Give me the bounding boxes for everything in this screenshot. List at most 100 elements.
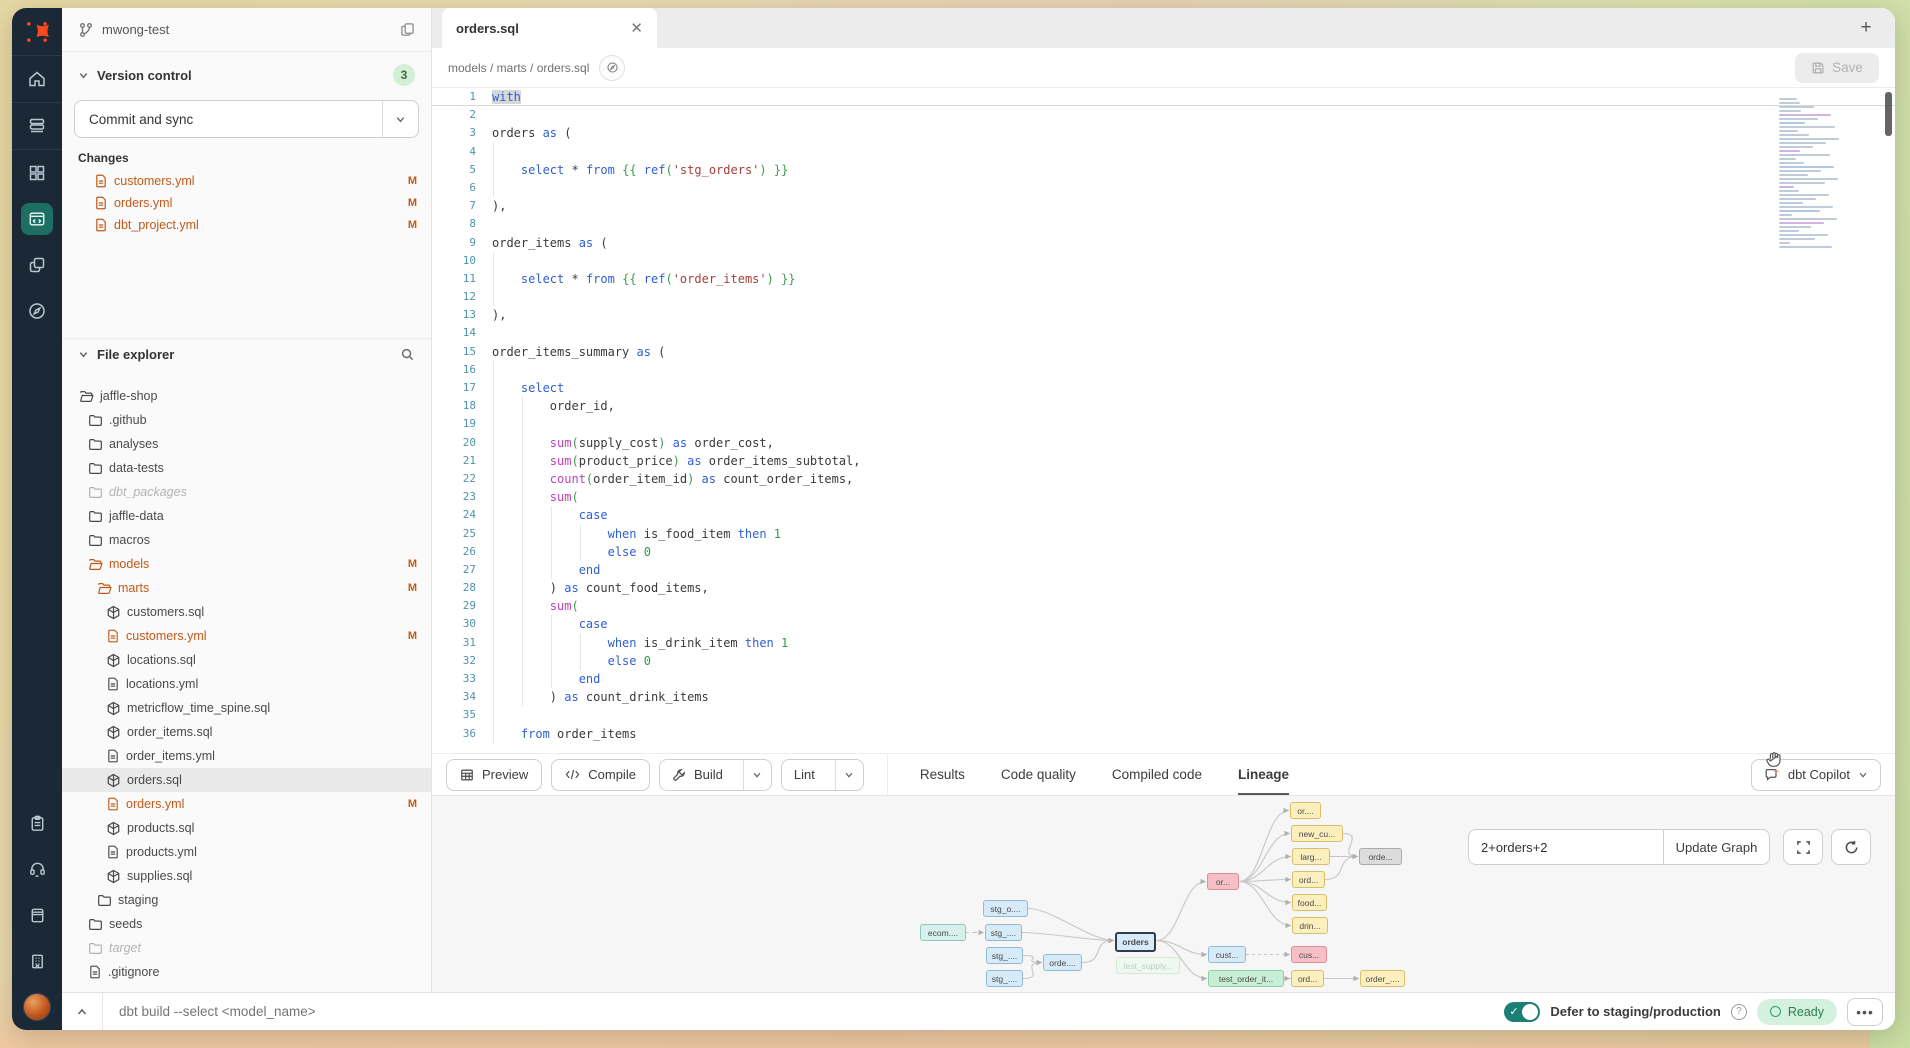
home-icon[interactable] xyxy=(12,56,62,102)
build-button[interactable]: Build xyxy=(659,759,772,791)
code-line-36[interactable]: 36 from order_items xyxy=(432,725,1895,743)
code-line-29[interactable]: 29 sum( xyxy=(432,597,1895,615)
code-line-32[interactable]: 32 else 0 xyxy=(432,652,1895,670)
lineage-node-food[interactable]: food... xyxy=(1292,894,1327,911)
lineage-node-newcu[interactable]: new_cu... xyxy=(1291,825,1343,842)
code-line-33[interactable]: 33 end xyxy=(432,670,1895,688)
code-line-10[interactable]: 10 xyxy=(432,252,1895,270)
tree-item-products-sql[interactable]: products.sql xyxy=(62,816,431,840)
code-editor[interactable]: 1with23orders as (45 select * from {{ re… xyxy=(432,88,1895,753)
code-line-4[interactable]: 4 xyxy=(432,143,1895,161)
code-line-27[interactable]: 27 end xyxy=(432,561,1895,579)
lineage-panel[interactable]: ecom....stg_o....stg_....stg_....stg_...… xyxy=(432,795,1895,992)
version-control-header[interactable]: Version control 3 xyxy=(62,60,431,90)
code-line-3[interactable]: 3orders as ( xyxy=(432,124,1895,142)
code-line-6[interactable]: 6 xyxy=(432,179,1895,197)
tree-item-dbt-packages[interactable]: dbt_packages xyxy=(62,480,431,504)
support-headset-icon[interactable] xyxy=(12,846,62,892)
code-line-7[interactable]: 7), xyxy=(432,197,1895,215)
tab-orders-sql[interactable]: orders.sql ✕ xyxy=(442,8,657,48)
tree-item-analyses[interactable]: analyses xyxy=(62,432,431,456)
lineage-filter-input[interactable] xyxy=(1468,829,1664,865)
deploy-jobs-icon[interactable] xyxy=(12,103,62,149)
tree-item--github[interactable]: .github xyxy=(62,408,431,432)
copy-icon[interactable] xyxy=(400,22,415,37)
code-line-24[interactable]: 24 case xyxy=(432,506,1895,524)
lineage-node-cust[interactable]: cust... xyxy=(1208,946,1246,963)
lineage-node-orde[interactable]: orde.... xyxy=(1043,954,1082,971)
code-line-20[interactable]: 20 sum(supply_cost) as order_cost, xyxy=(432,434,1895,452)
compile-button[interactable]: Compile xyxy=(551,759,650,791)
tree-item-data-tests[interactable]: data-tests xyxy=(62,456,431,480)
changed-file-row[interactable]: orders.ymlM xyxy=(62,192,431,214)
search-icon[interactable] xyxy=(400,347,415,362)
lineage-node-orders[interactable]: orders xyxy=(1115,932,1156,952)
lineage-node-cus[interactable]: cus... xyxy=(1291,946,1327,963)
tree-item-locations-sql[interactable]: locations.sql xyxy=(62,648,431,672)
code-line-15[interactable]: 15order_items_summary as ( xyxy=(432,343,1895,361)
lineage-node-ord[interactable]: ord... xyxy=(1292,871,1325,888)
tree-item-products-yml[interactable]: products.yml xyxy=(62,840,431,864)
lineage-node-testorderit[interactable]: test_order_it... xyxy=(1208,970,1284,987)
code-line-13[interactable]: 13), xyxy=(432,306,1895,324)
code-line-26[interactable]: 26 else 0 xyxy=(432,543,1895,561)
code-line-34[interactable]: 34 ) as count_drink_items xyxy=(432,688,1895,706)
expand-command-bar-chevron[interactable] xyxy=(62,1006,102,1018)
tree-item-macros[interactable]: macros xyxy=(62,528,431,552)
changed-file-row[interactable]: dbt_project.ymlM xyxy=(62,214,431,236)
update-graph-button[interactable]: Update Graph xyxy=(1664,829,1770,865)
tree-item-metricflow-time-spine-sql[interactable]: metricflow_time_spine.sql xyxy=(62,696,431,720)
code-line-5[interactable]: 5 select * from {{ ref('stg_orders') }} xyxy=(432,161,1895,179)
open-in-explorer-icon[interactable] xyxy=(599,55,625,81)
tree-item-seeds[interactable]: seeds xyxy=(62,912,431,936)
lineage-node-or[interactable]: or.... xyxy=(1290,802,1321,819)
tree-item--gitignore[interactable]: .gitignore xyxy=(62,960,431,984)
code-line-35[interactable]: 35 xyxy=(432,706,1895,724)
code-line-28[interactable]: 28 ) as count_food_items, xyxy=(432,579,1895,597)
tab-lineage[interactable]: Lineage xyxy=(1238,754,1289,796)
code-line-18[interactable]: 18 order_id, xyxy=(432,397,1895,415)
tree-item-staging[interactable]: staging xyxy=(62,888,431,912)
lineage-node-ord[interactable]: ord... xyxy=(1291,970,1324,987)
changed-file-row[interactable]: customers.ymlM xyxy=(62,170,431,192)
tree-item-jaffle-shop[interactable]: jaffle-shop xyxy=(62,384,431,408)
file-explorer-header[interactable]: File explorer xyxy=(62,338,431,370)
lineage-node-larg[interactable]: larg... xyxy=(1292,848,1330,865)
code-line-30[interactable]: 30 case xyxy=(432,615,1895,633)
lineage-node-testsupply[interactable]: test_supply... xyxy=(1116,957,1180,974)
fullscreen-button[interactable] xyxy=(1783,829,1823,865)
tab-compiled-code[interactable]: Compiled code xyxy=(1112,754,1202,796)
new-tab-button[interactable]: + xyxy=(1851,14,1881,42)
code-line-23[interactable]: 23 sum( xyxy=(432,488,1895,506)
tree-item-target[interactable]: target xyxy=(62,936,431,960)
defer-toggle[interactable]: ✓ xyxy=(1504,1002,1540,1022)
tab-code-quality[interactable]: Code quality xyxy=(1001,754,1076,796)
lineage-node-stgo[interactable]: stg_o.... xyxy=(983,900,1028,917)
dashboard-grid-icon[interactable] xyxy=(12,150,62,196)
commit-and-sync-button[interactable]: Commit and sync xyxy=(74,100,419,138)
tree-item-order-items-yml[interactable]: order_items.yml xyxy=(62,744,431,768)
lineage-node-order[interactable]: order_.... xyxy=(1360,970,1405,987)
tree-item-jaffle-data[interactable]: jaffle-data xyxy=(62,504,431,528)
code-line-9[interactable]: 9order_items as ( xyxy=(432,234,1895,252)
refresh-graph-button[interactable] xyxy=(1831,829,1871,865)
code-line-19[interactable]: 19 xyxy=(432,415,1895,433)
code-line-22[interactable]: 22 count(order_item_id) as count_order_i… xyxy=(432,470,1895,488)
organization-icon[interactable] xyxy=(12,938,62,984)
lint-options-chevron[interactable] xyxy=(835,760,863,790)
code-line-2[interactable]: 2 xyxy=(432,106,1895,124)
lineage-node-stg[interactable]: stg_.... xyxy=(986,947,1023,964)
minimap[interactable] xyxy=(1779,98,1843,283)
code-line-12[interactable]: 12 xyxy=(432,288,1895,306)
info-icon[interactable]: ? xyxy=(1731,1004,1747,1020)
docs-icon[interactable] xyxy=(12,892,62,938)
save-button[interactable]: Save xyxy=(1795,53,1879,83)
code-line-21[interactable]: 21 sum(product_price) as order_items_sub… xyxy=(432,452,1895,470)
tree-item-marts[interactable]: martsM xyxy=(62,576,431,600)
ide-editor-icon[interactable] xyxy=(12,196,62,242)
dbt-logo-icon[interactable] xyxy=(12,8,62,56)
explore-compass-icon[interactable] xyxy=(12,288,62,334)
lineage-node-orde[interactable]: orde... xyxy=(1359,848,1402,865)
tree-item-order-items-sql[interactable]: order_items.sql xyxy=(62,720,431,744)
dbt-command-input[interactable] xyxy=(103,1004,1504,1019)
